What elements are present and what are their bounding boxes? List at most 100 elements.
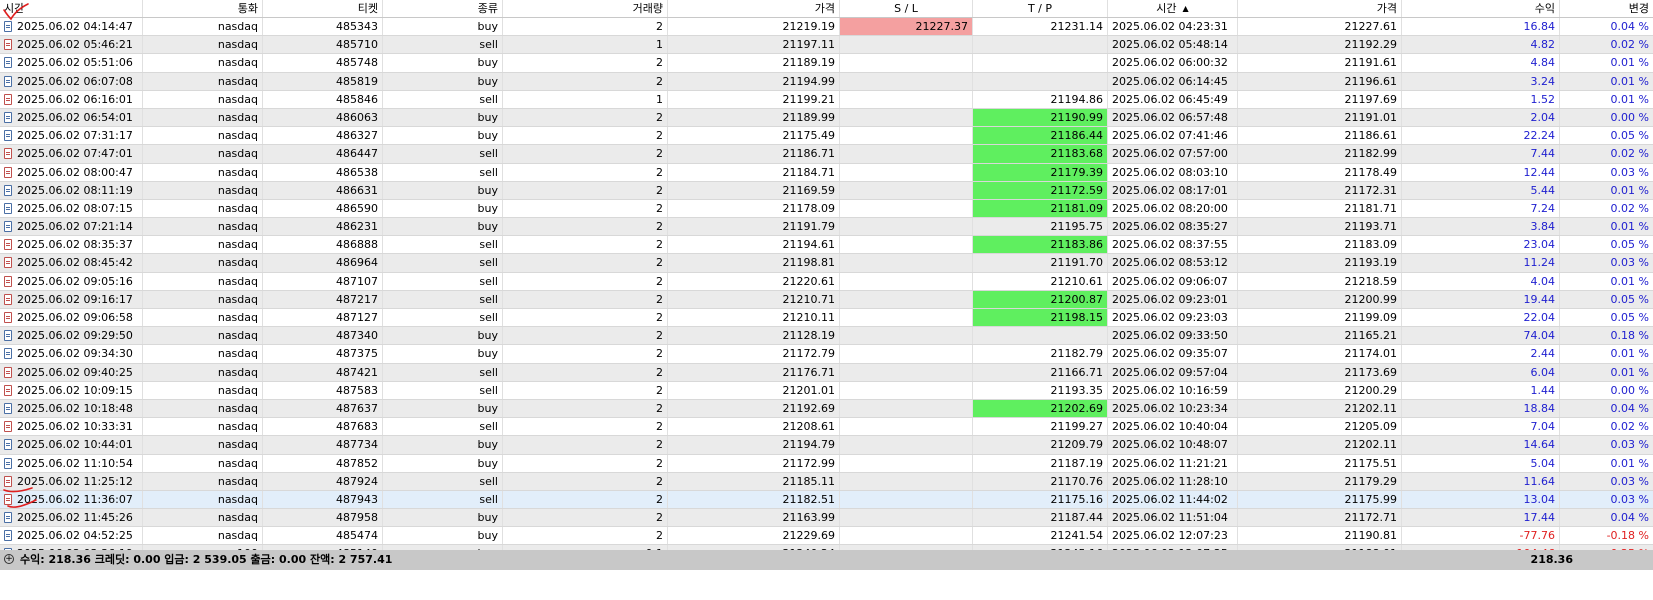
cell-take-profit bbox=[973, 36, 1108, 54]
cell-open-time: 2025.06.02 09:34:30 bbox=[0, 345, 143, 363]
cell-volume: 2 bbox=[503, 472, 668, 490]
table-row[interactable]: 2025.06.02 09:29:50 nasdaq 487340 buy 2 21128… bbox=[0, 327, 1653, 346]
col-header-label: 통화 bbox=[237, 2, 258, 15]
table-row[interactable]: 2025.06.02 09:34:30 nasdaq 487375 buy 2 21172… bbox=[0, 345, 1653, 364]
cell-open-price: 21194.79 bbox=[668, 436, 840, 454]
cell-ticket: 485343 bbox=[263, 18, 383, 36]
cell-profit: 6.04 bbox=[1402, 363, 1560, 381]
sell-order-icon bbox=[4, 166, 12, 178]
cell-take-profit: 21187.44 bbox=[973, 509, 1108, 527]
table-row[interactable]: 2025.06.02 04:52:25 nasdaq 485474 buy 2 21229… bbox=[0, 527, 1653, 546]
table-row[interactable]: 2025.06.02 08:00:47 nasdaq 486538 sell 2 2118… bbox=[0, 163, 1653, 182]
open-time-text: 2025.06.02 10:33:31 bbox=[17, 420, 133, 434]
cell-open-time: 2025.06.02 09:16:17 bbox=[0, 290, 143, 308]
col-header-volume[interactable]: 거래량 bbox=[503, 0, 668, 17]
cell-close-price: 21190.81 bbox=[1238, 527, 1402, 545]
col-header-type[interactable]: 종류 bbox=[383, 0, 503, 17]
cell-open-price: 21191.79 bbox=[668, 218, 840, 236]
cell-change: 0.01 % bbox=[1610, 56, 1649, 70]
col-header-open-time[interactable]: 시간 bbox=[0, 0, 143, 17]
col-header-symbol[interactable]: 통화 bbox=[143, 0, 263, 17]
cell-close-time: 2025.06.02 08:35:27 bbox=[1108, 218, 1238, 236]
table-row[interactable]: 2025.06.02 08:07:15 nasdaq 486590 buy 2 21178… bbox=[0, 199, 1653, 219]
table-row[interactable]: 2025.06.02 09:05:16 nasdaq 487107 sell 2 2122… bbox=[0, 272, 1653, 291]
table-row[interactable]: 2025.06.02 06:07:08 nasdaq 485819 buy 2 21194… bbox=[0, 72, 1653, 91]
cell-open-time: 2025.06.02 08:00:47 bbox=[0, 163, 143, 181]
cell-take-profit: 21182.79 bbox=[973, 345, 1108, 363]
cell-change: 0.01 % bbox=[1610, 74, 1649, 88]
sell-order-icon bbox=[4, 421, 12, 433]
table-row[interactable]: 2025.06.02 08:45:42 nasdaq 486964 sell 2 2119… bbox=[0, 254, 1653, 273]
cell-change: 0.02 % bbox=[1610, 147, 1649, 161]
table-row[interactable]: 2025.06.02 07:31:17 nasdaq 486327 buy 2 21175… bbox=[0, 127, 1653, 146]
cell-ticket: 486063 bbox=[263, 108, 383, 127]
cell-stop-loss bbox=[840, 127, 973, 145]
col-header-open-price[interactable]: 가격 bbox=[668, 0, 840, 17]
table-row[interactable]: 2025.06.02 11:25:12 nasdaq 487924 sell 2 2118… bbox=[0, 472, 1653, 491]
table-row[interactable]: 2025.06.02 09:06:58 nasdaq 487127 sell 2 2121… bbox=[0, 309, 1653, 328]
table-row[interactable]: 2025.06.02 09:40:25 nasdaq 487421 sell 2 2117… bbox=[0, 363, 1653, 382]
table-row[interactable]: 2025.06.02 04:14:47 nasdaq 485343 buy 2 21219… bbox=[0, 18, 1653, 37]
cell-close-price: 21175.99 bbox=[1238, 490, 1402, 509]
cell-close-time: 2025.06.02 11:21:21 bbox=[1108, 454, 1238, 472]
sell-order-icon bbox=[4, 493, 12, 505]
cell-volume: 2 bbox=[503, 54, 668, 72]
cell-stop-loss bbox=[840, 254, 973, 272]
cell-type: buy bbox=[383, 54, 503, 72]
cell-change: 0.05 % bbox=[1610, 238, 1649, 252]
cell-close-price: 21182.99 bbox=[1238, 145, 1402, 163]
col-header-close-price[interactable]: 가격 bbox=[1238, 0, 1402, 17]
sum-circle-icon[interactable]: + bbox=[4, 554, 14, 564]
cell-ticket: 486590 bbox=[263, 199, 383, 218]
table-row[interactable]: 2025.06.02 07:21:14 nasdaq 486231 buy 2 21191… bbox=[0, 218, 1653, 237]
cell-profit: 4.04 bbox=[1402, 272, 1560, 290]
col-header-close-time[interactable]: 시간 ▲ bbox=[1108, 0, 1238, 17]
table-row[interactable]: 2025.06.02 07:47:01 nasdaq 486447 sell 2 2118… bbox=[0, 145, 1653, 164]
sell-order-icon bbox=[4, 239, 12, 251]
table-row[interactable]: 2025.06.02 10:18:48 nasdaq 487637 buy 2 21192… bbox=[0, 399, 1653, 419]
cell-symbol: nasdaq bbox=[143, 436, 263, 454]
open-time-text: 2025.06.02 04:52:25 bbox=[17, 529, 133, 543]
table-row[interactable]: 2025.06.02 05:51:06 nasdaq 485748 buy 2 21189… bbox=[0, 54, 1653, 73]
table-row[interactable]: 2025.06.02 10:33:31 nasdaq 487683 sell 2 2120… bbox=[0, 418, 1653, 437]
open-time-text: 2025.06.02 07:47:01 bbox=[17, 147, 133, 161]
cell-type: buy bbox=[383, 399, 503, 418]
table-row[interactable]: 2025.06.02 11:45:26 nasdaq 487958 buy 2 21163… bbox=[0, 509, 1653, 528]
cell-profit: 18.84 bbox=[1402, 399, 1560, 418]
col-header-ticket[interactable]: 티켓 bbox=[263, 0, 383, 17]
cell-profit: 2.04 bbox=[1402, 108, 1560, 127]
cell-change: 0.02 % bbox=[1610, 420, 1649, 434]
table-row[interactable]: 2025.06.02 10:44:01 nasdaq 487734 buy 2 21194… bbox=[0, 436, 1653, 455]
table-row[interactable]: 2025.06.02 08:35:37 nasdaq 486888 sell 2 2119… bbox=[0, 236, 1653, 255]
table-row[interactable]: 2025.06.02 09:16:17 nasdaq 487217 sell 2 2121… bbox=[0, 290, 1653, 309]
cell-type: sell bbox=[383, 381, 503, 399]
cell-close-price: 21191.01 bbox=[1238, 108, 1402, 127]
table-row[interactable]: 2025.06.02 08:11:19 nasdaq 486631 buy 2 21169… bbox=[0, 181, 1653, 200]
col-header-stop-loss[interactable]: S / L bbox=[840, 0, 973, 17]
cell-type: buy bbox=[383, 327, 503, 345]
table-row[interactable]: 2025.06.02 10:09:15 nasdaq 487583 sell 2 2120… bbox=[0, 381, 1653, 400]
cell-profit: -77.76 bbox=[1402, 527, 1560, 545]
table-row[interactable]: 2025.06.02 11:10:54 nasdaq 487852 buy 2 21172… bbox=[0, 454, 1653, 473]
cell-open-time: 2025.06.02 10:44:01 bbox=[0, 436, 143, 454]
cell-take-profit: 21170.76 bbox=[973, 472, 1108, 490]
cell-open-time: 2025.06.02 10:09:15 bbox=[0, 381, 143, 399]
cell-symbol: nasdaq bbox=[143, 163, 263, 181]
col-header-change[interactable]: 변경 bbox=[1560, 0, 1653, 17]
cell-open-price: 21194.61 bbox=[668, 236, 840, 254]
col-header-profit[interactable]: 수익 bbox=[1402, 0, 1560, 17]
cell-open-price: 21192.69 bbox=[668, 399, 840, 418]
table-row[interactable]: 2025.06.02 06:16:01 nasdaq 485846 sell 1 2119… bbox=[0, 90, 1653, 109]
col-header-take-profit[interactable]: T / P bbox=[973, 0, 1108, 17]
cell-profit: 4.84 bbox=[1402, 54, 1560, 72]
table-row[interactable]: 2025.06.02 05:46:21 nasdaq 485710 sell 1 2119… bbox=[0, 36, 1653, 55]
sell-order-icon bbox=[4, 93, 12, 105]
col-header-label: 거래량 bbox=[632, 2, 663, 15]
cell-close-time: 2025.06.02 08:20:00 bbox=[1108, 199, 1238, 218]
cell-ticket: 485748 bbox=[263, 54, 383, 72]
cell-close-time: 2025.06.02 09:33:50 bbox=[1108, 327, 1238, 345]
cell-close-price: 21199.09 bbox=[1238, 309, 1402, 327]
table-row[interactable]: 2025.06.02 06:54:01 nasdaq 486063 buy 2 21189… bbox=[0, 108, 1653, 128]
cell-volume: 2 bbox=[503, 327, 668, 345]
table-row[interactable]: 2025.06.02 11:36:07 nasdaq 487943 sell 2 2118… bbox=[0, 490, 1653, 510]
